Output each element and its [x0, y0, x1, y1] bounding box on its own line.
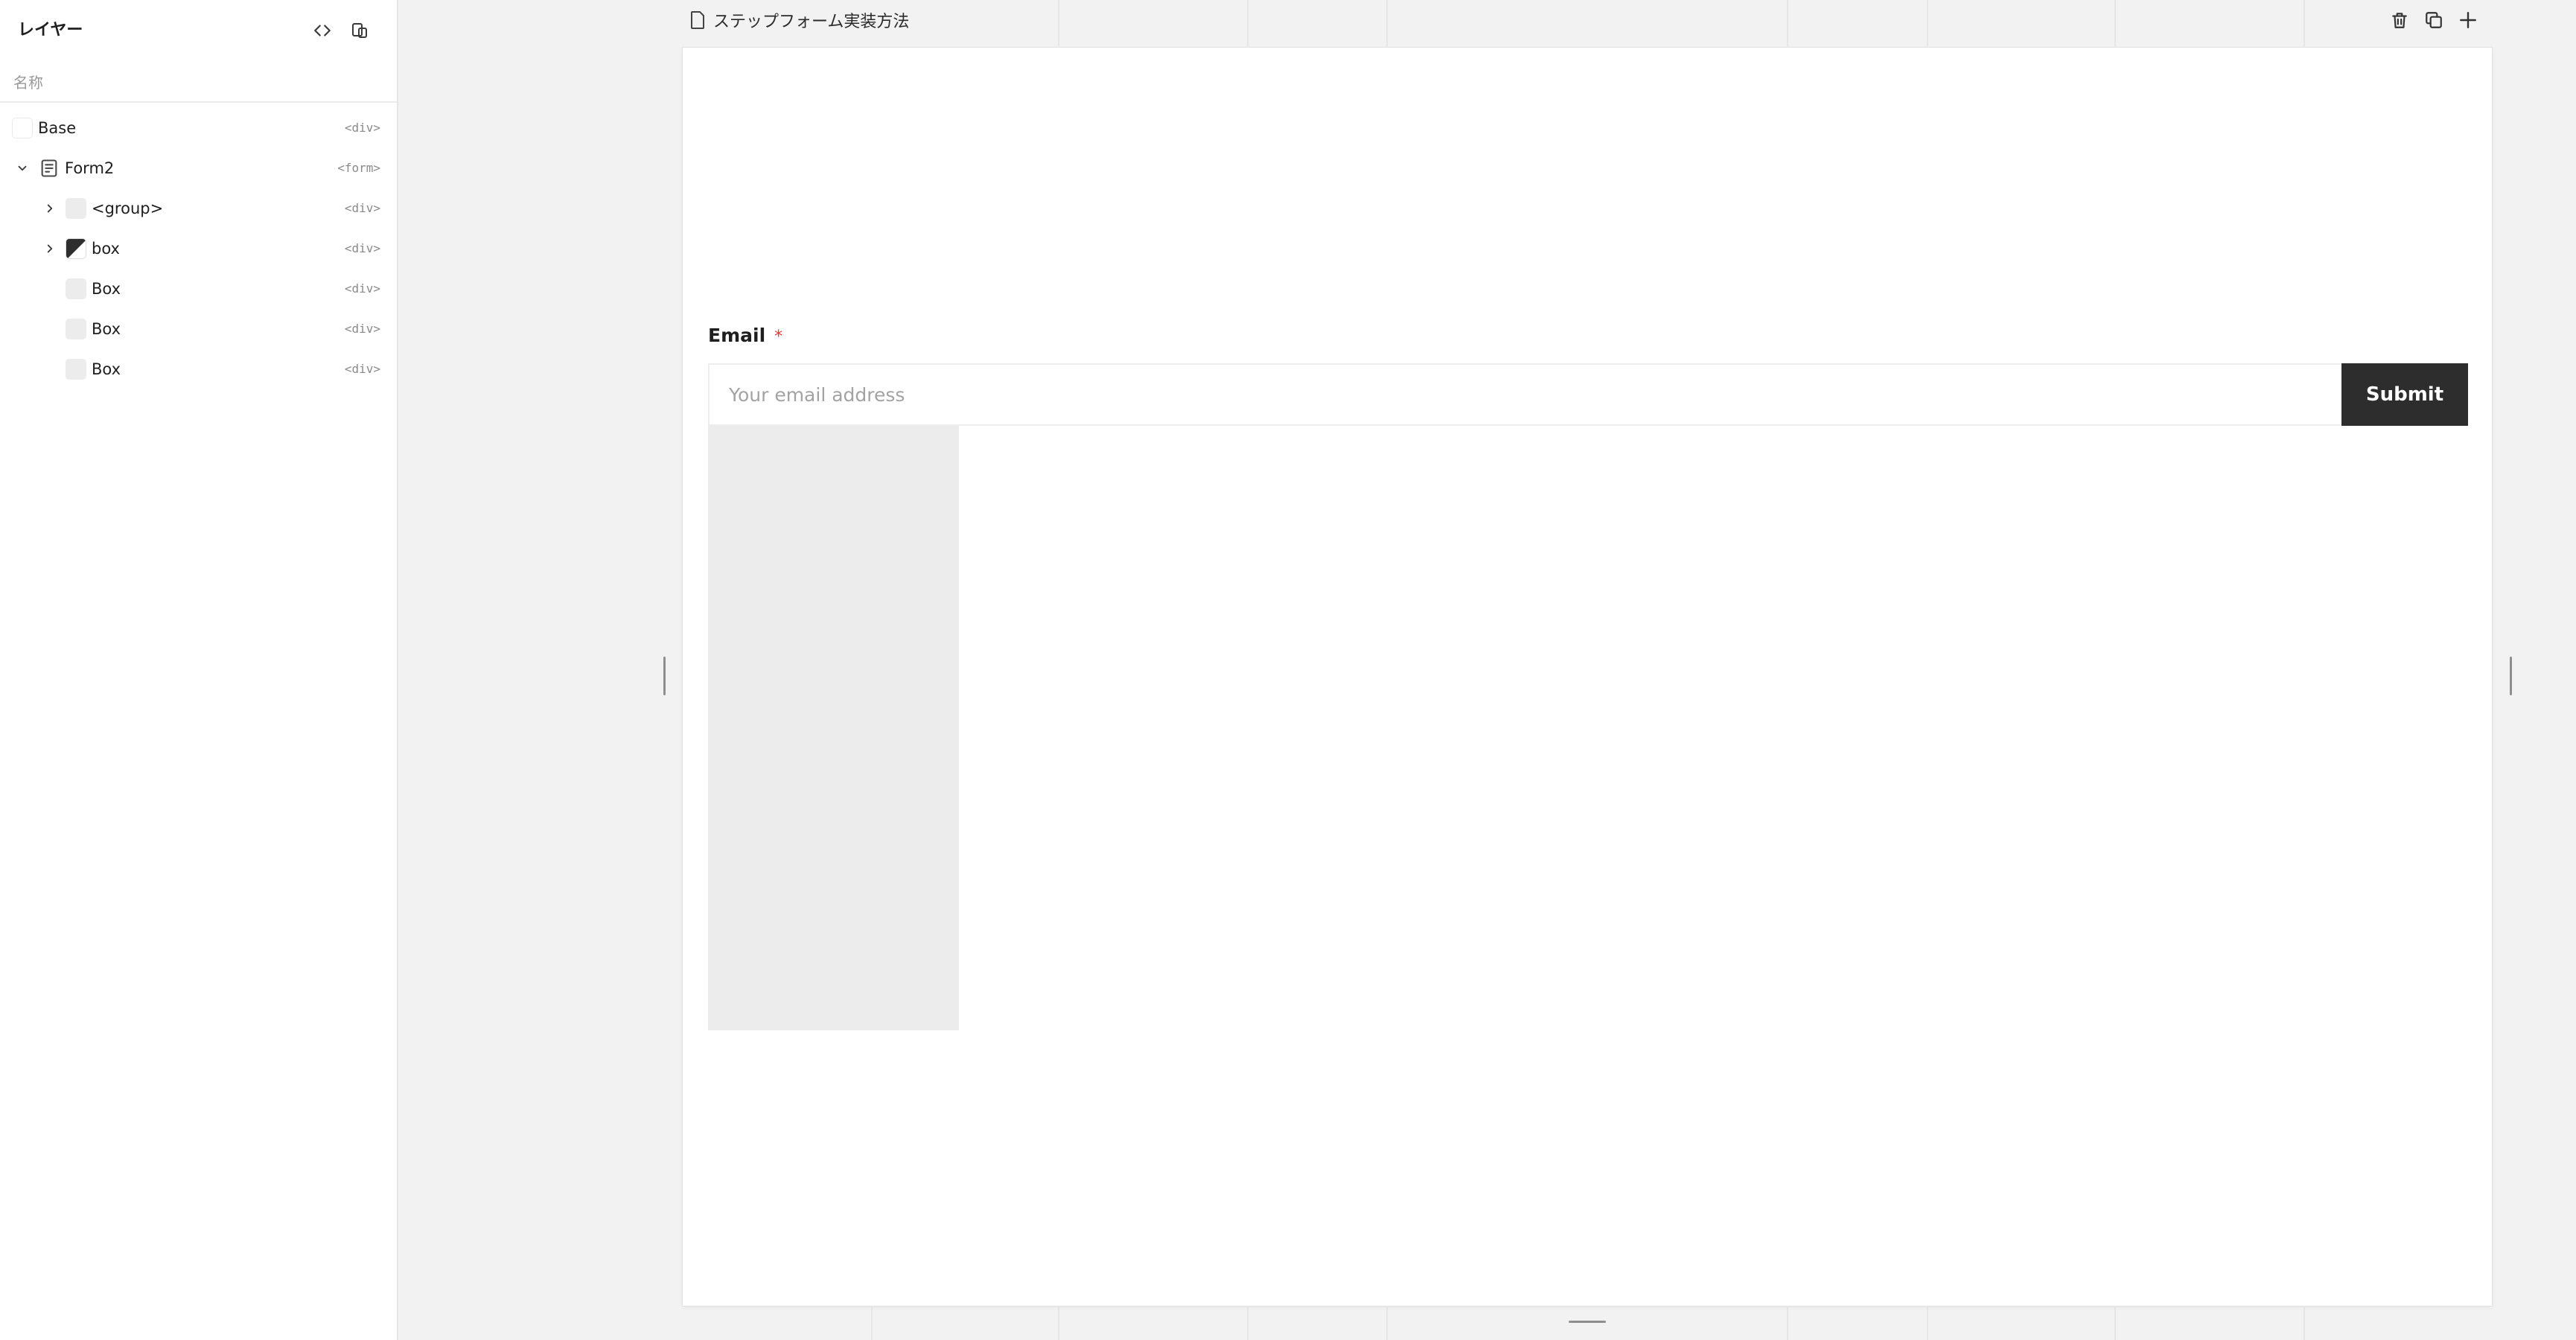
layer-name: Box	[92, 360, 121, 378]
bottom-resize-handle[interactable]	[1569, 1321, 1606, 1323]
grid-line	[1787, 1307, 1788, 1340]
layer-name: Box	[92, 280, 121, 298]
grid-line	[2114, 0, 2116, 46]
layer-row-box-2[interactable]: Box <div>	[0, 309, 397, 349]
layer-name: Base	[38, 119, 77, 137]
layers-panel-title: レイヤー	[18, 21, 83, 39]
layer-search	[0, 63, 397, 103]
grid-line	[871, 1307, 873, 1340]
layer-name: <group>	[92, 200, 164, 217]
duplicate-icon[interactable]	[2420, 6, 2448, 34]
layers-panel-header: レイヤー	[0, 0, 397, 63]
layer-tag: <form>	[337, 161, 380, 175]
chevron-right-icon[interactable]	[41, 200, 59, 217]
layer-row-group[interactable]: <group> <div>	[0, 188, 397, 229]
frame-actions	[2379, 6, 2482, 34]
document-title-bar[interactable]: ステップフォーム実装方法	[689, 6, 909, 34]
grid-line	[1247, 0, 1249, 46]
chevron-down-icon[interactable]	[13, 159, 31, 177]
email-label: Email *	[708, 323, 782, 350]
code-view-icon[interactable]	[311, 19, 334, 42]
layer-thumb	[66, 278, 86, 299]
layer-row-form2[interactable]: Form2 <form>	[0, 148, 397, 188]
layers-panel: レイヤー Base <div>	[0, 0, 398, 1340]
layer-row-box-1[interactable]: Box <div>	[0, 269, 397, 309]
page-frame[interactable]: Email * Submit	[683, 48, 2492, 1306]
grid-line	[1927, 1307, 1928, 1340]
grid-line	[2304, 1307, 2305, 1340]
layer-row-box[interactable]: box <div>	[0, 229, 397, 269]
grid-line	[1058, 0, 1059, 46]
layer-tag: <div>	[344, 362, 380, 376]
grid-line	[1247, 1307, 1249, 1340]
grid-line	[1386, 1307, 1388, 1340]
left-resize-handle[interactable]	[663, 657, 666, 695]
layer-search-input[interactable]	[12, 70, 384, 95]
placeholder-box[interactable]	[708, 426, 959, 1030]
copy-page-icon[interactable]	[348, 19, 371, 42]
grid-line	[2304, 0, 2305, 46]
right-resize-handle[interactable]	[2510, 657, 2512, 695]
form-icon	[39, 158, 60, 179]
layer-name: box	[92, 240, 120, 258]
layer-name: Form2	[65, 159, 115, 177]
grid-line	[2114, 1307, 2116, 1340]
trash-icon[interactable]	[2385, 6, 2414, 34]
chevron-right-icon[interactable]	[41, 240, 59, 258]
layer-tag: <div>	[344, 121, 380, 135]
required-mark: *	[774, 328, 783, 346]
layer-row-base[interactable]: Base <div>	[0, 108, 397, 148]
email-field[interactable]	[708, 363, 2344, 426]
grid-line	[1386, 0, 1388, 46]
grid-line	[1927, 0, 1928, 46]
email-label-text: Email	[708, 325, 766, 346]
layer-tag: <div>	[344, 201, 380, 215]
layer-name: Box	[92, 320, 121, 338]
dark-diagonal-thumb-icon	[66, 238, 86, 259]
layer-thumb	[66, 198, 86, 219]
layer-row-box-3[interactable]: Box <div>	[0, 349, 397, 389]
layer-tag: <div>	[344, 281, 380, 296]
add-icon[interactable]	[2454, 6, 2482, 34]
layer-thumb	[12, 118, 33, 138]
layer-thumb	[66, 319, 86, 339]
document-icon	[691, 11, 704, 29]
layer-tag: <div>	[344, 322, 380, 336]
layer-tag: <div>	[344, 241, 380, 255]
layer-tree: Base <div> Form2 <form> <group> <div> bo…	[0, 108, 397, 389]
layer-thumb	[66, 359, 86, 380]
submit-button[interactable]: Submit	[2341, 363, 2468, 426]
grid-line	[1787, 0, 1788, 46]
document-title: ステップフォーム実装方法	[713, 13, 910, 31]
grid-line	[1058, 1307, 1059, 1340]
